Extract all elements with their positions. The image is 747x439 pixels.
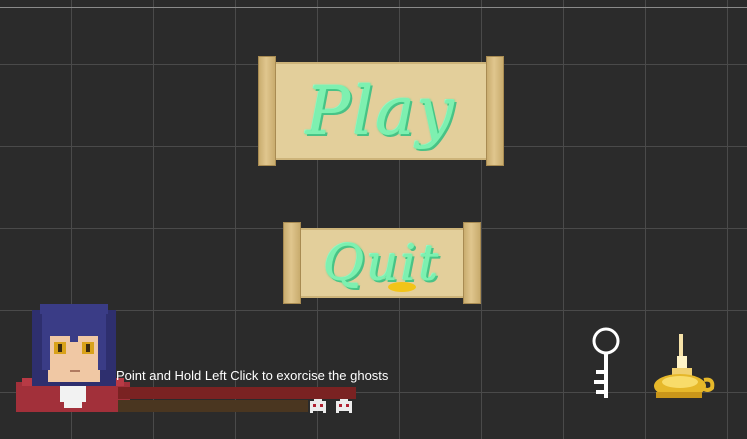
play-button[interactable]: Play xyxy=(258,56,504,166)
quit-label: Quit xyxy=(323,234,441,292)
secondary-progress-bar xyxy=(118,400,308,412)
exorcise-progress-fill xyxy=(118,387,356,399)
ghost-icon xyxy=(310,399,326,413)
character-portrait xyxy=(16,304,130,412)
exorcise-progress-bar xyxy=(118,387,356,399)
play-label: Play xyxy=(305,72,457,150)
oil-lamp-icon[interactable] xyxy=(652,334,716,402)
instruction-text: Point and Hold Left Click to exorcise th… xyxy=(116,368,389,383)
secondary-progress-fill xyxy=(118,400,308,412)
quit-button[interactable]: Quit xyxy=(283,222,481,304)
top-divider xyxy=(0,7,747,8)
lamp-cursor-icon xyxy=(388,282,416,292)
key-icon[interactable] xyxy=(588,326,624,402)
ghost-icon xyxy=(336,399,352,413)
